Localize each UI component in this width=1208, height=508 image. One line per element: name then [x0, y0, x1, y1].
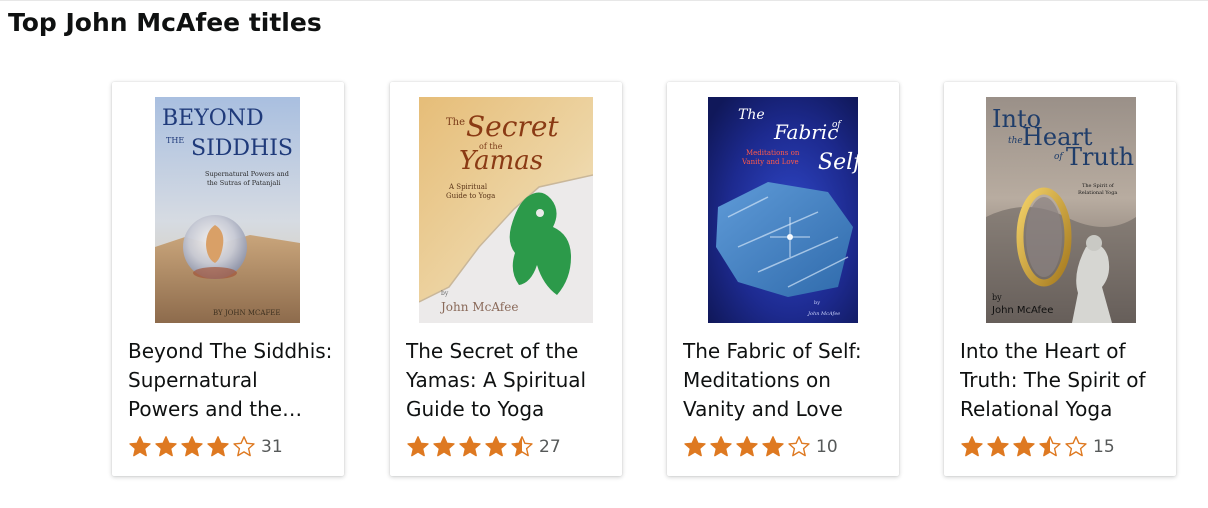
- book-cover-image[interactable]: Into the Heart of Truth The Spirit of Re…: [986, 97, 1136, 323]
- star-full-icon: [961, 436, 983, 457]
- rating-row[interactable]: 10: [683, 433, 838, 461]
- star-rating: [683, 435, 813, 459]
- cover-text: BY JOHN MCAFEE: [213, 309, 281, 317]
- book-cover-container: BEYOND THE SIDDHIS Supernatural Powers a…: [112, 97, 344, 323]
- cover-text: Self: [818, 150, 858, 175]
- cover-text: The: [446, 117, 465, 128]
- book-card-into-the-heart-of-truth[interactable]: Into the Heart of Truth The Spirit of Re…: [944, 82, 1176, 476]
- review-count[interactable]: 31: [261, 437, 283, 457]
- star-empty-icon: [233, 436, 255, 457]
- book-title-link[interactable]: Beyond The Siddhis: Supernatural Powers …: [128, 337, 333, 424]
- star-full-icon: [710, 436, 732, 457]
- cover-text: Meditations on: [746, 149, 800, 157]
- book-card-fabric-of-self[interactable]: The Fabric of Self Meditations on Vanity…: [667, 82, 899, 476]
- cover-text: Truth: [1066, 143, 1134, 171]
- star-rating: [406, 435, 536, 459]
- star-half-icon: [1039, 436, 1061, 457]
- book-title-link[interactable]: The Secret of the Yamas: A Spiritual Gui…: [406, 337, 611, 424]
- rating-row[interactable]: 31: [128, 433, 283, 461]
- review-count[interactable]: 15: [1093, 437, 1115, 457]
- section-heading: Top John McAfee titles: [8, 8, 322, 37]
- cover-text: The: [738, 107, 765, 123]
- star-empty-icon: [788, 436, 810, 457]
- cover-text: John McAfee: [439, 300, 518, 314]
- rating-row[interactable]: 27: [406, 433, 561, 461]
- cover-text: John McAfee: [807, 311, 840, 317]
- star-full-icon: [433, 436, 455, 457]
- cover-text: A Spiritual: [448, 183, 488, 191]
- cover-text: The Spirit of: [1082, 183, 1115, 189]
- book-cover-image[interactable]: The Secret of the Yamas A Spiritual Guid…: [419, 97, 593, 323]
- review-count[interactable]: 27: [539, 437, 561, 457]
- star-full-icon: [155, 436, 177, 457]
- cover-text: by: [992, 293, 1002, 302]
- book-card-secret-of-the-yamas[interactable]: The Secret of the Yamas A Spiritual Guid…: [390, 82, 622, 476]
- book-cover-container: Into the Heart of Truth The Spirit of Re…: [944, 97, 1176, 323]
- star-rating: [960, 435, 1090, 459]
- cover-text: Yamas: [459, 146, 543, 176]
- cover-text: Guide to Yoga: [446, 192, 495, 200]
- book-title-link[interactable]: Into the Heart of Truth: The Spirit of R…: [960, 337, 1165, 424]
- rating-row[interactable]: 15: [960, 433, 1115, 461]
- cover-text: Fabric: [773, 120, 838, 144]
- star-full-icon: [407, 436, 429, 457]
- star-empty-icon: [1065, 436, 1087, 457]
- cover-text: Supernatural Powers and: [205, 170, 289, 178]
- star-full-icon: [736, 436, 758, 457]
- star-full-icon: [485, 436, 507, 457]
- star-full-icon: [762, 436, 784, 457]
- cover-text: the Sutras of Patanjali: [207, 179, 280, 187]
- star-full-icon: [459, 436, 481, 457]
- top-divider: [0, 0, 1208, 1]
- star-full-icon: [684, 436, 706, 457]
- cover-text: Vanity and Love: [741, 158, 799, 166]
- cover-text: SIDDHIS: [191, 136, 293, 161]
- star-half-icon: [511, 436, 533, 457]
- cover-text: the: [1008, 136, 1023, 146]
- book-cover-image[interactable]: BEYOND THE SIDDHIS Supernatural Powers a…: [155, 97, 300, 323]
- cover-text: Relational Yoga: [1078, 190, 1117, 196]
- book-cover-container: The Secret of the Yamas A Spiritual Guid…: [390, 97, 622, 323]
- book-cover-container: The Fabric of Self Meditations on Vanity…: [667, 97, 899, 323]
- cover-text: Secret: [466, 110, 559, 143]
- cover-text: John McAfee: [991, 305, 1053, 316]
- book-title-link[interactable]: The Fabric of Self: Meditations on Vanit…: [683, 337, 888, 424]
- star-rating: [128, 435, 258, 459]
- review-count[interactable]: 10: [816, 437, 838, 457]
- book-cover-image[interactable]: The Fabric of Self Meditations on Vanity…: [708, 97, 858, 323]
- star-full-icon: [987, 436, 1009, 457]
- cover-text: by: [441, 290, 449, 297]
- star-full-icon: [207, 436, 229, 457]
- star-full-icon: [181, 436, 203, 457]
- star-full-icon: [129, 436, 151, 457]
- cover-text: by: [814, 300, 820, 306]
- star-full-icon: [1013, 436, 1035, 457]
- book-card-beyond-the-siddhis[interactable]: BEYOND THE SIDDHIS Supernatural Powers a…: [112, 82, 344, 476]
- cover-text: BEYOND: [162, 106, 264, 131]
- cover-text: THE: [166, 136, 184, 145]
